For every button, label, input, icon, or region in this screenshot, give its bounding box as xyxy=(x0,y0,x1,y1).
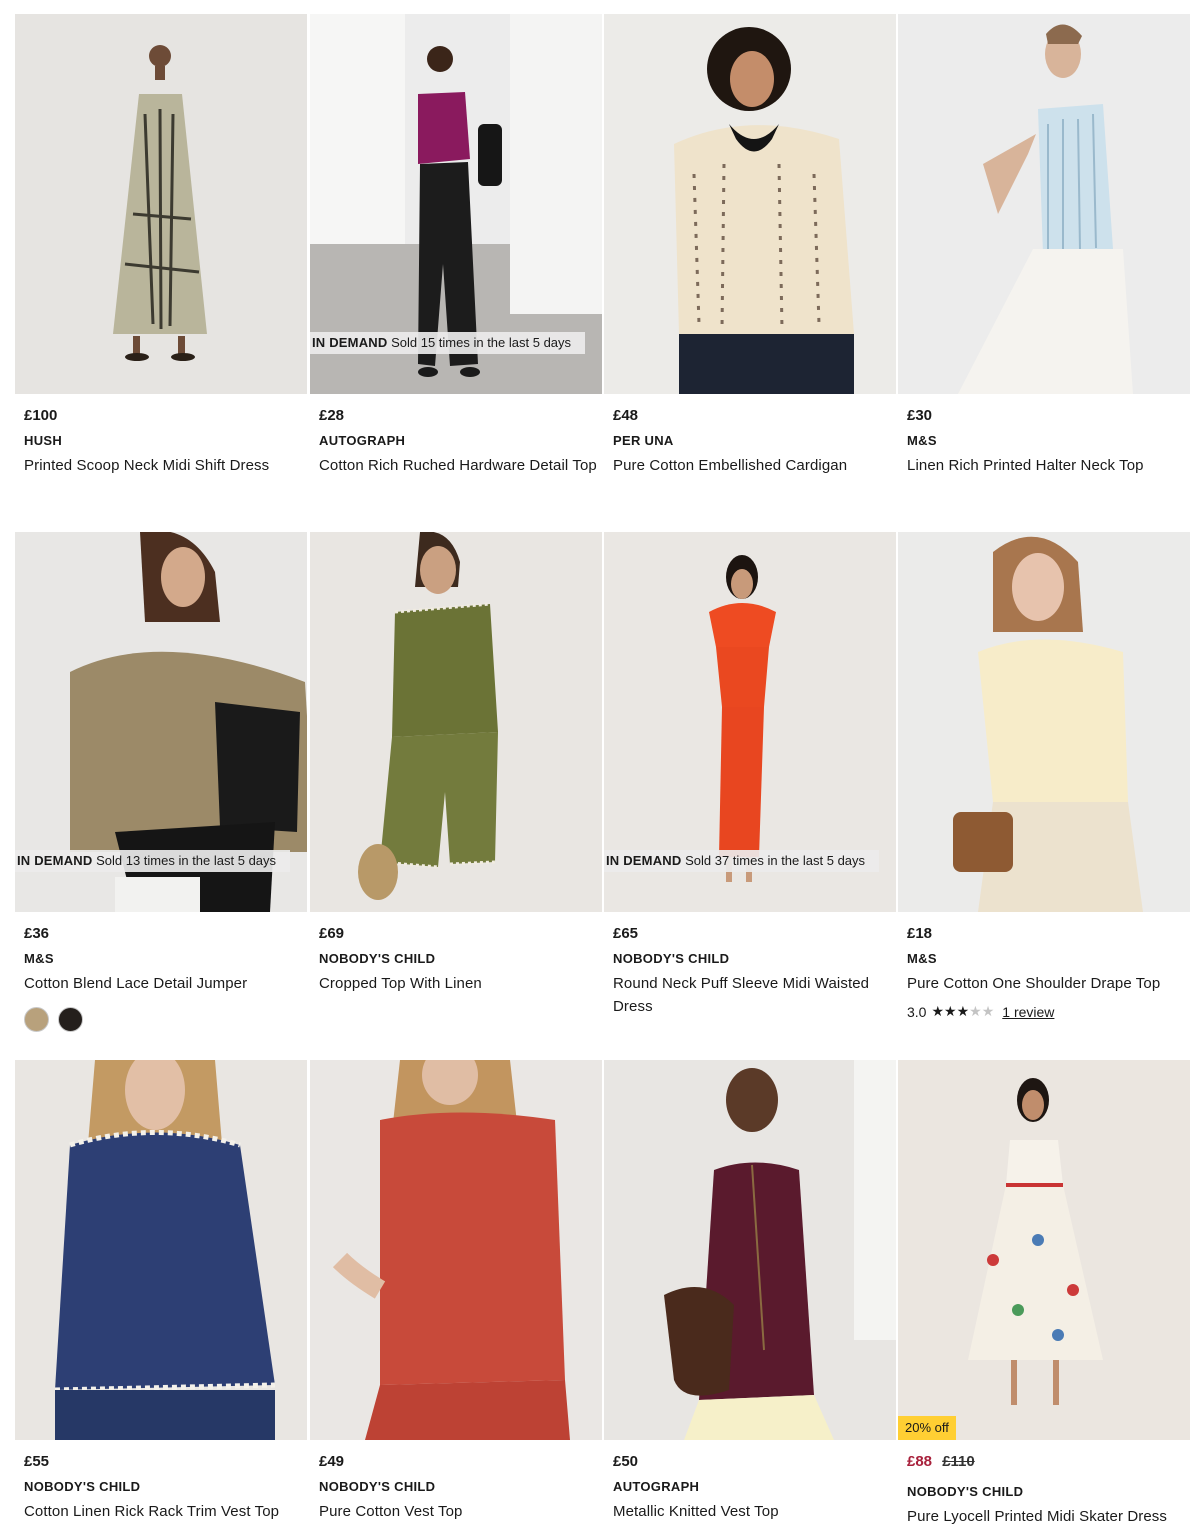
in-demand-text: Sold 37 times in the last 5 days xyxy=(685,853,866,868)
product-price: £65 xyxy=(613,925,639,942)
product-image[interactable] xyxy=(310,1060,602,1440)
product-image[interactable] xyxy=(310,532,602,912)
product-info: £69 NOBODY'S CHILD Cropped Top With Line… xyxy=(319,925,597,995)
product-name[interactable]: Round Neck Puff Sleeve Midi Waisted Dres… xyxy=(613,972,891,1018)
product-name[interactable]: Metallic Knitted Vest Top xyxy=(613,1500,891,1523)
product-card[interactable]: IN DEMAND Sold 15 times in the last 5 da… xyxy=(310,14,602,524)
product-brand: M&S xyxy=(24,951,54,966)
product-row: IN DEMAND Sold 13 times in the last 5 da… xyxy=(15,532,1191,1042)
product-card[interactable]: £69 NOBODY'S CHILD Cropped Top With Line… xyxy=(310,532,602,1042)
product-price: £30 xyxy=(907,407,933,424)
offer-badge: 20% off xyxy=(898,1416,956,1440)
in-demand-badge: IN DEMAND Sold 37 times in the last 5 da… xyxy=(604,850,880,872)
star-icon: ★ xyxy=(981,1003,995,1019)
product-info: £50 AUTOGRAPH Metallic Knitted Vest Top xyxy=(613,1453,891,1523)
product-brand: HUSH xyxy=(24,433,63,448)
star-icon: ★ xyxy=(931,1003,945,1019)
product-image[interactable] xyxy=(898,1060,1190,1440)
product-image[interactable] xyxy=(604,1060,896,1440)
product-brand: NOBODY'S CHILD xyxy=(24,1479,141,1494)
product-info: £49 NOBODY'S CHILD Pure Cotton Vest Top xyxy=(319,1453,597,1523)
rating-stars: ★★★★★ xyxy=(931,1003,994,1020)
product-info: £65 NOBODY'S CHILD Round Neck Puff Sleev… xyxy=(613,925,891,1018)
product-name[interactable]: Pure Cotton One Shoulder Drape Top xyxy=(907,972,1185,995)
star-icon: ★ xyxy=(956,1003,970,1019)
product-price: £100 xyxy=(24,407,58,424)
product-brand: NOBODY'S CHILD xyxy=(319,1479,436,1494)
in-demand-tag: IN DEMAND xyxy=(312,335,388,350)
product-image[interactable] xyxy=(604,14,896,394)
product-brand: PER UNA xyxy=(613,433,674,448)
product-info: £28 AUTOGRAPH Cotton Rich Ruched Hardwar… xyxy=(319,407,597,477)
product-image[interactable] xyxy=(898,532,1190,912)
product-brand: NOBODY'S CHILD xyxy=(613,951,730,966)
in-demand-badge: IN DEMAND Sold 13 times in the last 5 da… xyxy=(15,850,291,872)
product-brand: NOBODY'S CHILD xyxy=(907,1484,1024,1499)
product-name[interactable]: Cotton Linen Rick Rack Trim Vest Top xyxy=(24,1500,302,1523)
product-info: £36 M&S Cotton Blend Lace Detail Jumper xyxy=(24,925,302,1032)
product-info: £18 M&S Pure Cotton One Shoulder Drape T… xyxy=(907,925,1185,1020)
product-card[interactable]: £48 PER UNA Pure Cotton Embellished Card… xyxy=(604,14,896,524)
product-image[interactable] xyxy=(15,14,307,394)
sale-price: £88 xyxy=(907,1453,933,1470)
star-icon: ★ xyxy=(969,1003,982,1019)
product-info: £100 HUSH Printed Scoop Neck Midi Shift … xyxy=(24,407,302,477)
product-name[interactable]: Cotton Rich Ruched Hardware Detail Top xyxy=(319,454,597,477)
product-name[interactable]: Linen Rich Printed Halter Neck Top xyxy=(907,454,1185,477)
product-card[interactable]: IN DEMAND Sold 13 times in the last 5 da… xyxy=(15,532,307,1042)
product-card[interactable]: £49 NOBODY'S CHILD Pure Cotton Vest Top xyxy=(310,1060,602,1539)
product-brand: NOBODY'S CHILD xyxy=(319,951,436,966)
product-price: £49 xyxy=(319,1453,345,1470)
product-price: £88 £110 xyxy=(907,1453,1185,1471)
product-brand: M&S xyxy=(907,433,937,448)
product-name[interactable]: Pure Lyocell Printed Midi Skater Dress xyxy=(907,1505,1185,1528)
product-card[interactable]: £18 M&S Pure Cotton One Shoulder Drape T… xyxy=(898,532,1190,1042)
in-demand-badge: IN DEMAND Sold 15 times in the last 5 da… xyxy=(310,332,586,354)
product-card[interactable]: 20% off £88 £110 NOBODY'S CHILD Pure Lyo… xyxy=(898,1060,1190,1539)
product-rating: 3.0 ★★★★★ 1 review xyxy=(907,1003,1185,1020)
product-row: £55 NOBODY'S CHILD Cotton Linen Rick Rac… xyxy=(15,1060,1191,1539)
product-price: £28 xyxy=(319,407,345,424)
product-image[interactable] xyxy=(898,14,1190,394)
product-info: £55 NOBODY'S CHILD Cotton Linen Rick Rac… xyxy=(24,1453,302,1523)
in-demand-text: Sold 15 times in the last 5 days xyxy=(391,335,572,350)
original-price: £110 xyxy=(942,1453,975,1470)
product-name[interactable]: Cropped Top With Linen xyxy=(319,972,597,995)
star-icon: ★ xyxy=(944,1003,957,1019)
product-row: £100 HUSH Printed Scoop Neck Midi Shift … xyxy=(15,14,1191,524)
product-brand: AUTOGRAPH xyxy=(319,433,406,448)
product-brand: M&S xyxy=(907,951,937,966)
product-card[interactable]: £30 M&S Linen Rich Printed Halter Neck T… xyxy=(898,14,1190,524)
product-card[interactable]: £55 NOBODY'S CHILD Cotton Linen Rick Rac… xyxy=(15,1060,307,1539)
review-link[interactable]: 1 review xyxy=(1002,1004,1054,1020)
colour-swatch-beige[interactable] xyxy=(24,1007,49,1032)
product-info: £48 PER UNA Pure Cotton Embellished Card… xyxy=(613,407,891,477)
product-price: £55 xyxy=(24,1453,50,1470)
colour-swatch-black[interactable] xyxy=(58,1007,83,1032)
product-price: £36 xyxy=(24,925,50,942)
product-price: £69 xyxy=(319,925,345,942)
product-price: £48 xyxy=(613,407,639,424)
product-image[interactable] xyxy=(15,1060,307,1440)
product-price: £50 xyxy=(613,1453,639,1470)
rating-score: 3.0 xyxy=(907,1003,927,1020)
product-card[interactable]: £50 AUTOGRAPH Metallic Knitted Vest Top xyxy=(604,1060,896,1539)
product-name[interactable]: Cotton Blend Lace Detail Jumper xyxy=(24,972,302,995)
colour-swatches xyxy=(24,1007,302,1032)
product-info: £88 £110 NOBODY'S CHILD Pure Lyocell Pri… xyxy=(907,1453,1185,1528)
product-name[interactable]: Pure Cotton Embellished Cardigan xyxy=(613,454,891,477)
product-name[interactable]: Pure Cotton Vest Top xyxy=(319,1500,597,1523)
product-name[interactable]: Printed Scoop Neck Midi Shift Dress xyxy=(24,454,302,477)
in-demand-tag: IN DEMAND xyxy=(17,853,93,868)
product-brand: AUTOGRAPH xyxy=(613,1479,700,1494)
product-price: £18 xyxy=(907,925,933,942)
product-info: £30 M&S Linen Rich Printed Halter Neck T… xyxy=(907,407,1185,477)
in-demand-text: Sold 13 times in the last 5 days xyxy=(96,853,277,868)
in-demand-tag: IN DEMAND xyxy=(606,853,682,868)
product-card[interactable]: £100 HUSH Printed Scoop Neck Midi Shift … xyxy=(15,14,307,524)
product-card[interactable]: IN DEMAND Sold 37 times in the last 5 da… xyxy=(604,532,896,1042)
